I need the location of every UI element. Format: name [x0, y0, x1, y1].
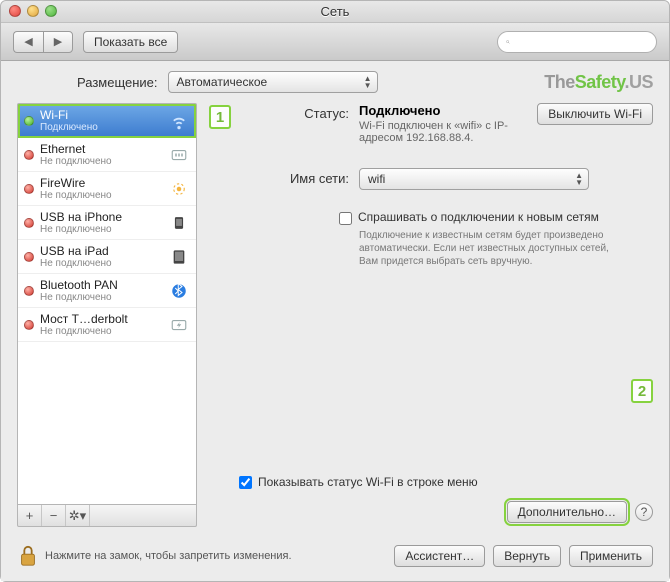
sidebar-item-status: Подключено: [40, 122, 162, 133]
search-input[interactable]: [514, 35, 648, 49]
status-dot-icon: [24, 116, 34, 126]
turn-off-wifi-button[interactable]: Выключить Wi-Fi: [537, 103, 653, 125]
status-dot-icon: [24, 218, 34, 228]
sidebar-item-status: Не подключено: [40, 292, 162, 303]
sidebar-item-name: FireWire: [40, 176, 162, 190]
ethernet-icon: [168, 144, 190, 166]
network-name-value: wifi: [368, 172, 385, 186]
remove-interface-button[interactable]: −: [42, 505, 66, 526]
ipad-icon: [168, 246, 190, 268]
sidebar-item-status: Не подключено: [40, 258, 162, 269]
status-value: Подключено: [359, 103, 440, 118]
sidebar-item-status: Не подключено: [40, 190, 162, 201]
action-menu-button[interactable]: ✲▾: [66, 505, 90, 526]
advanced-button[interactable]: Дополнительно…: [507, 501, 627, 523]
callout-1: 1: [209, 105, 231, 129]
lock-icon: [17, 543, 39, 569]
footer: Нажмите на замок, чтобы запретить измене…: [17, 533, 653, 569]
ask-join-label: Спрашивать о подключении к новым сетям: [358, 210, 599, 224]
window-title: Сеть: [321, 4, 350, 19]
back-button[interactable]: ◀: [13, 31, 43, 53]
lock-text: Нажмите на замок, чтобы запретить измене…: [45, 550, 292, 562]
sidebar-item-bluetooth[interactable]: Bluetooth PAN Не подключено: [18, 274, 196, 308]
status-dot-icon: [24, 286, 34, 296]
brand-logo: TheSafety.US: [544, 72, 653, 93]
network-name-select[interactable]: wifi ▲▼: [359, 168, 589, 190]
status-label: Статус:: [239, 103, 359, 121]
sidebar-item-status: Не подключено: [40, 326, 162, 337]
network-prefs-window: Сеть ◀ ▶ Показать все Размещение: Автома…: [0, 0, 670, 582]
sidebar-item-name: Ethernet: [40, 142, 162, 156]
location-row: Размещение: Автоматическое ▲▼ TheSafety.…: [77, 71, 653, 93]
callout-2: 2: [631, 379, 653, 403]
sidebar-item-status: Не подключено: [40, 224, 162, 235]
revert-button[interactable]: Вернуть: [493, 545, 561, 567]
ask-join-subtext: Подключение к известным сетям будет прои…: [359, 229, 609, 268]
sidebar-item-name: USB на iPhone: [40, 210, 162, 224]
content-area: Размещение: Автоматическое ▲▼ TheSafety.…: [1, 61, 669, 581]
sidebar-item-ethernet[interactable]: Ethernet Не подключено: [18, 138, 196, 172]
status-dot-icon: [24, 320, 34, 330]
add-interface-button[interactable]: +: [18, 505, 42, 526]
firewire-icon: [168, 178, 190, 200]
ask-join-checkbox[interactable]: [339, 212, 352, 225]
chevron-updown-icon: ▲▼: [575, 172, 583, 186]
status-subtext: Wi-Fi подключен к «wifi» с IP-адресом 19…: [359, 120, 529, 144]
show-status-label: Показывать статус Wi-Fi в строке меню: [258, 475, 478, 489]
location-label: Размещение:: [77, 75, 158, 90]
sidebar-item-status: Не подключено: [40, 156, 162, 167]
search-field[interactable]: [497, 31, 657, 53]
sidebar-item-wifi[interactable]: Wi-Fi Подключено: [18, 104, 196, 138]
traffic-lights: [9, 5, 57, 17]
close-icon[interactable]: [9, 5, 21, 17]
forward-button[interactable]: ▶: [43, 31, 73, 53]
network-name-label: Имя сети:: [239, 168, 359, 186]
minimize-icon[interactable]: [27, 5, 39, 17]
toolbar: ◀ ▶ Показать все: [1, 23, 669, 61]
sidebar-item-name: Wi-Fi: [40, 108, 162, 122]
iphone-icon: [168, 212, 190, 234]
main-row: Wi-Fi Подключено Ethernet Не подключено: [17, 103, 653, 527]
sidebar-item-name: Bluetooth PAN: [40, 278, 162, 292]
sidebar-item-thunderbolt[interactable]: Мост T…derbolt Не подключено: [18, 308, 196, 342]
location-value: Автоматическое: [177, 75, 268, 89]
wifi-icon: [168, 110, 190, 132]
sidebar: Wi-Fi Подключено Ethernet Не подключено: [17, 103, 197, 527]
sidebar-item-name: USB на iPad: [40, 244, 162, 258]
sidebar-item-firewire[interactable]: FireWire Не подключено: [18, 172, 196, 206]
status-dot-icon: [24, 184, 34, 194]
apply-button[interactable]: Применить: [569, 545, 653, 567]
assistant-button[interactable]: Ассистент…: [394, 545, 485, 567]
sidebar-item-name: Мост T…derbolt: [40, 312, 162, 326]
chevron-updown-icon: ▲▼: [364, 75, 372, 89]
details-panel: 1 Статус: Подключено Wi-Fi подключен к «…: [209, 103, 653, 527]
show-status-checkbox[interactable]: [239, 476, 252, 489]
location-select[interactable]: Автоматическое ▲▼: [168, 71, 378, 93]
sidebar-item-iphone[interactable]: USB на iPhone Не подключено: [18, 206, 196, 240]
status-dot-icon: [24, 150, 34, 160]
bluetooth-icon: [168, 280, 190, 302]
show-all-button[interactable]: Показать все: [83, 31, 178, 53]
help-button[interactable]: ?: [635, 503, 653, 521]
zoom-icon[interactable]: [45, 5, 57, 17]
thunderbolt-icon: [168, 314, 190, 336]
titlebar: Сеть: [1, 1, 669, 23]
status-dot-icon: [24, 252, 34, 262]
nav-buttons: ◀ ▶: [13, 31, 73, 53]
list-footer: + − ✲▾: [17, 505, 197, 527]
sidebar-item-ipad[interactable]: USB на iPad Не подключено: [18, 240, 196, 274]
interface-list: Wi-Fi Подключено Ethernet Не подключено: [17, 103, 197, 505]
search-icon: [506, 36, 510, 48]
lock-area[interactable]: Нажмите на замок, чтобы запретить измене…: [17, 543, 292, 569]
